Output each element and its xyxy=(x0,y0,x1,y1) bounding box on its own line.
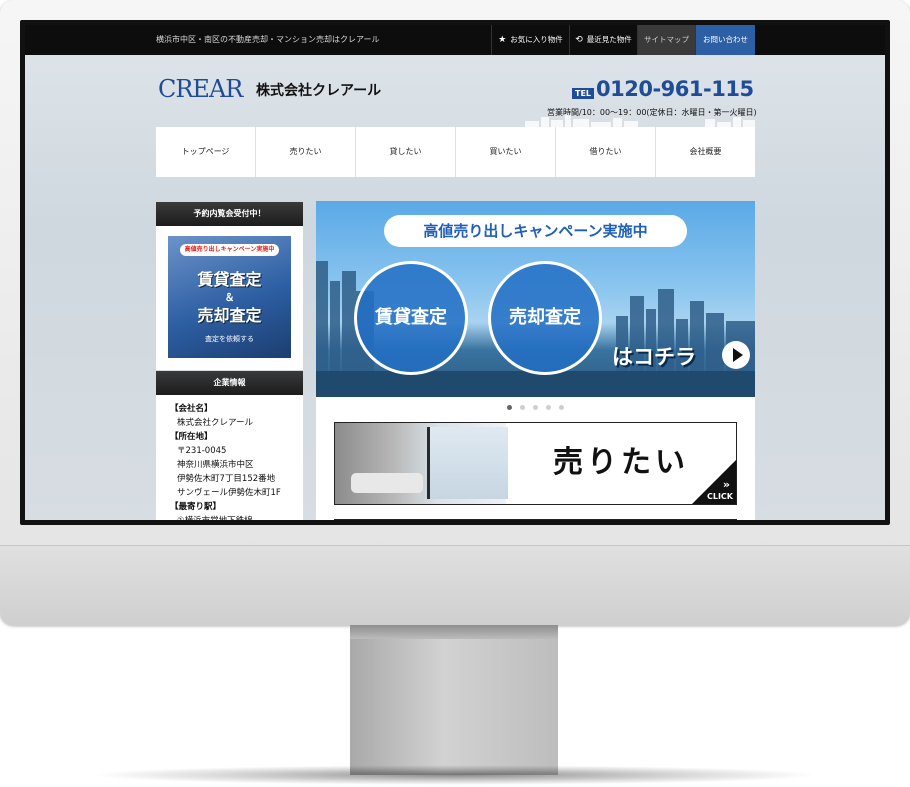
monitor-chin xyxy=(0,545,910,626)
sitemap-link[interactable]: サイトマップ xyxy=(637,25,695,55)
site-tagline: 横浜市中区・南区の不動産売却・マンション売却はクレアール xyxy=(156,35,380,44)
info-section-label: 【所在地】 xyxy=(170,432,213,442)
site-logo[interactable]: CREAR xyxy=(158,75,243,103)
global-nav: トップページ 売りたい 貸したい 買いたい 借りたい 会社概要 xyxy=(156,127,755,177)
phone-number[interactable]: 0120-961-115 xyxy=(596,77,754,101)
play-arrow-icon[interactable] xyxy=(722,341,750,369)
info-section-label: 【最寄り駅】 xyxy=(170,502,222,512)
hero-sale-appraisal: 売却査定 xyxy=(488,261,602,375)
nav-top[interactable]: トップページ xyxy=(156,127,256,177)
history-icon: ⟲ xyxy=(575,35,583,45)
sell-cta-banner[interactable]: 売りたい » CLICK xyxy=(334,422,737,505)
stand-shadow xyxy=(90,765,820,785)
info-value: 伊勢佐木町7丁目152番地 xyxy=(177,474,276,484)
nav-lease[interactable]: 貸したい xyxy=(356,127,456,177)
info-value: 神奈川県横浜市中区 xyxy=(177,460,254,470)
slider-dot[interactable] xyxy=(533,405,538,410)
info-section-label: 【会社名】 xyxy=(170,404,213,414)
company-info-list: 【会社名】株式会社クレアール【所在地】〒231-0045 神奈川県横浜市中区伊勢佐… xyxy=(170,402,281,520)
monitor-stand-joint xyxy=(350,625,558,639)
monitor-stand xyxy=(350,625,558,775)
sofa-graphic xyxy=(351,473,423,493)
recent-properties-link[interactable]: ⟲ 最近見た物件 xyxy=(569,25,637,55)
reservation-panel: 高値売り出しキャンペーン実施中 賃貸査定 ＆ 売却査定 査定を依頼する xyxy=(156,226,303,370)
hero-rental-appraisal: 賃貸査定 xyxy=(354,261,468,375)
info-value: 〒231-0045 xyxy=(177,446,227,456)
living-room-photo xyxy=(335,423,508,504)
star-icon: ★ xyxy=(498,35,507,45)
slider-dot[interactable] xyxy=(520,405,525,410)
favorites-label: お気に入り物件 xyxy=(510,35,563,44)
click-label: CLICK xyxy=(706,492,733,501)
top-bar: 横浜市中区・南区の不動産売却・マンション売却はクレアール ★ お気に入り物件 ⟲ 最… xyxy=(25,25,885,55)
banner-line2: 売却査定 xyxy=(197,306,262,325)
slider-dots xyxy=(316,405,755,410)
info-value: 株式会社クレアール xyxy=(177,418,253,428)
window-graphic xyxy=(427,427,508,499)
skyline-graphic xyxy=(525,115,755,127)
appraisal-banner[interactable]: 高値売り出しキャンペーン実施中 賃貸査定 ＆ 売却査定 査定を依頼する xyxy=(168,236,291,358)
company-info-heading: 企業情報 xyxy=(156,371,303,395)
banner-campaign-strip: 高値売り出しキャンペーン実施中 xyxy=(180,244,279,256)
nav-company[interactable]: 会社概要 xyxy=(656,127,755,177)
next-banner-edge xyxy=(334,519,737,520)
nav-buy[interactable]: 買いたい xyxy=(456,127,556,177)
hero-slider[interactable]: 高値売り出しキャンペーン実施中 賃貸査定 売却査定 はコチラ xyxy=(316,201,755,397)
company-info-panel: 【会社名】株式会社クレアール【所在地】〒231-0045 神奈川県横浜市中区伊勢佐… xyxy=(156,395,303,520)
nav-rent[interactable]: 借りたい xyxy=(556,127,656,177)
hero-cta-text: はコチラ xyxy=(612,345,696,369)
slider-dot[interactable] xyxy=(507,405,512,410)
website-screen: 横浜市中区・南区の不動産売却・マンション売却はクレアール ★ お気に入り物件 ⟲ 最… xyxy=(25,25,885,520)
tel-badge: TEL xyxy=(572,88,595,99)
slider-dot[interactable] xyxy=(546,405,551,410)
reservation-heading: 予約内覧会受付中！ xyxy=(156,202,303,226)
favorites-link[interactable]: ★ お気に入り物件 xyxy=(491,25,569,55)
double-chevron-icon: » xyxy=(722,478,730,491)
banner-note: 査定を依頼する xyxy=(205,335,254,343)
recent-label: 最近見た物件 xyxy=(586,35,632,44)
info-value: サンヴェール伊勢佐木町1F xyxy=(177,488,281,498)
slider-dot[interactable] xyxy=(559,405,564,410)
nav-sell[interactable]: 売りたい xyxy=(256,127,356,177)
contact-link[interactable]: お問い合わせ xyxy=(695,25,755,55)
company-name: 株式会社クレアール xyxy=(256,83,382,99)
info-value: ①横浜市営地下鉄線 xyxy=(170,514,281,520)
banner-line1: 賃貸査定 xyxy=(197,270,262,289)
hero-campaign-title: 高値売り出しキャンペーン実施中 xyxy=(384,215,687,247)
